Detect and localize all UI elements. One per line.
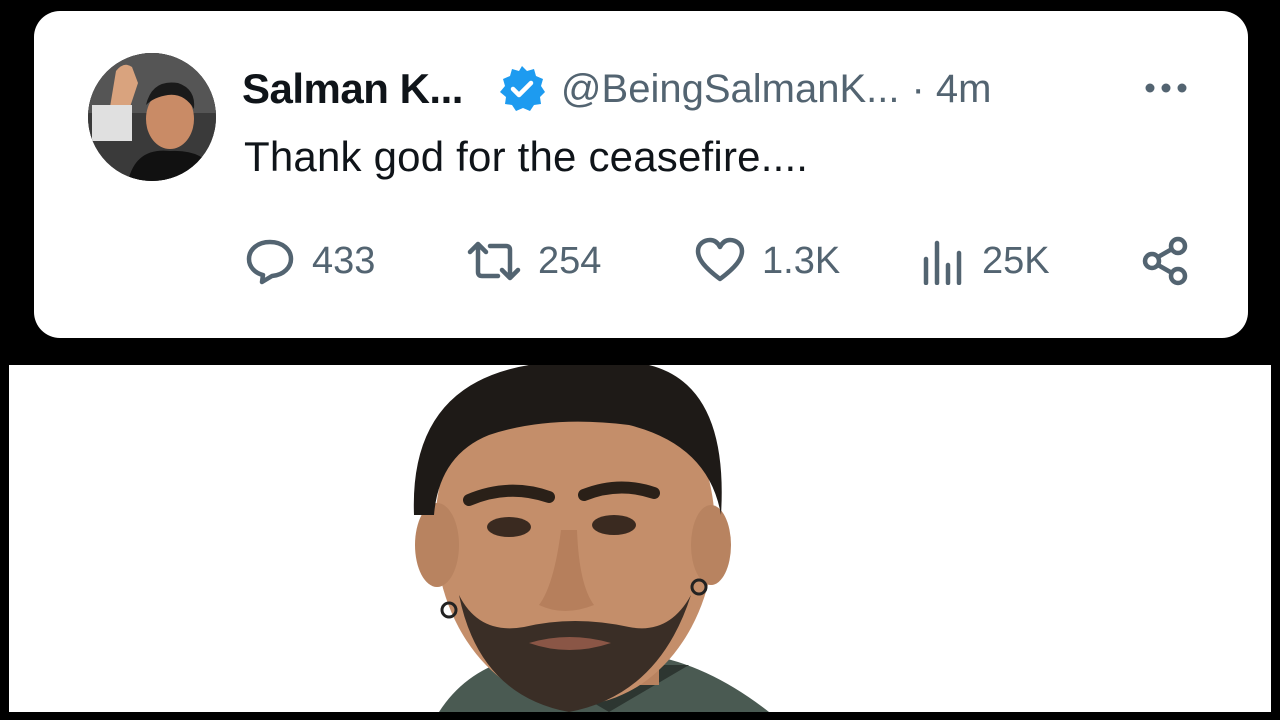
timestamp[interactable]: · 4m [911, 67, 991, 112]
display-name[interactable]: Salman K... [242, 65, 463, 113]
portrait-image [9, 365, 1271, 712]
share-icon [1142, 236, 1188, 286]
avatar-image [88, 53, 216, 181]
reply-count: 433 [312, 239, 376, 282]
view-count: 25K [982, 239, 1050, 282]
views-icon [923, 240, 962, 285]
repost-count: 254 [538, 239, 602, 282]
more-icon[interactable] [1142, 73, 1190, 103]
like-button[interactable]: 1.3K [694, 233, 840, 289]
tweet-header: Salman K... @BeingSalmanK... · 4m [242, 59, 1202, 119]
repost-button[interactable]: 254 [466, 233, 601, 289]
share-button[interactable] [1140, 233, 1192, 289]
tweet-text: Thank god for the ceasefire.... [244, 133, 809, 180]
tweet-card[interactable]: Salman K... @BeingSalmanK... · 4m Thank … [34, 11, 1248, 338]
repost-icon [467, 241, 521, 281]
portrait-photo [9, 365, 1271, 712]
like-count: 1.3K [762, 239, 841, 282]
verified-badge-icon [497, 64, 547, 114]
views-button[interactable]: 25K [920, 233, 1050, 289]
like-icon [695, 237, 745, 282]
reply-button[interactable]: 433 [244, 233, 375, 289]
user-handle[interactable]: @BeingSalmanK... [561, 67, 900, 112]
reply-icon [246, 239, 294, 285]
avatar[interactable] [88, 53, 216, 181]
